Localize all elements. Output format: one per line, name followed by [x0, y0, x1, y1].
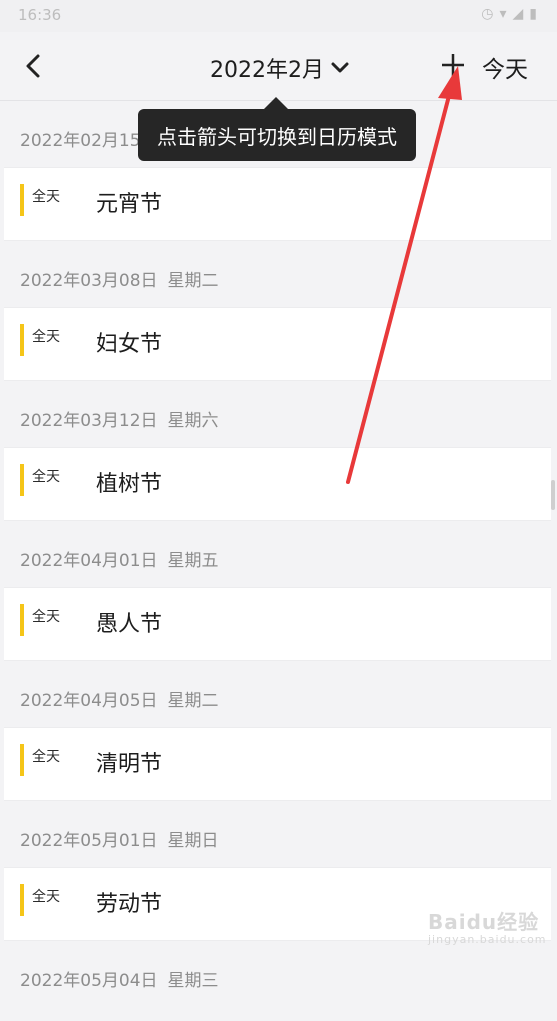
all-day-label: 全天 — [32, 469, 60, 485]
all-day-label: 全天 — [32, 889, 60, 905]
top-bar: 2022年2月 今天 — [0, 32, 557, 101]
date-header: 2022年03月12日 星期六 — [0, 381, 557, 447]
date-text: 2022年02月15 — [20, 131, 141, 151]
event-group: 2022年03月08日 星期二 全天 妇女节 — [0, 241, 557, 381]
date-header: 2022年03月08日 星期二 — [0, 241, 557, 307]
status-time: 16:36 — [18, 6, 62, 24]
event-color-bar — [20, 604, 24, 636]
alarm-icon: ◷ — [481, 6, 500, 22]
event-title: 植树节 — [96, 472, 163, 497]
battery-icon: ▮ — [529, 6, 543, 22]
all-day-label: 全天 — [32, 329, 60, 345]
add-icon[interactable] — [440, 52, 466, 78]
date-text: 2022年05月01日 — [20, 831, 158, 851]
watermark: Baidu经验 jingyan.baidu.com — [428, 906, 547, 946]
event-color-bar — [20, 884, 24, 916]
weekday-text: 星期二 — [167, 691, 219, 711]
event-group: 2022年05月04日 星期三 — [0, 941, 557, 1007]
all-day-label: 全天 — [32, 609, 60, 625]
event-title: 劳动节 — [96, 892, 163, 917]
date-text: 2022年03月12日 — [20, 411, 158, 431]
weekday-text: 星期五 — [167, 551, 219, 571]
date-header: 2022年05月04日 星期三 — [0, 941, 557, 1007]
event-title: 妇女节 — [96, 332, 163, 357]
tooltip: 点击箭头可切换到日历模式 — [138, 109, 416, 161]
date-header: 2022年04月05日 星期二 — [0, 661, 557, 727]
date-text: 2022年05月04日 — [20, 971, 158, 991]
tooltip-text: 点击箭头可切换到日历模式 — [157, 124, 397, 149]
date-text: 2022年03月08日 — [20, 271, 158, 291]
watermark-url: jingyan.baidu.com — [428, 933, 547, 946]
event-group: 2022年04月01日 星期五 全天 愚人节 — [0, 521, 557, 661]
month-label: 2022年2月 — [210, 58, 324, 83]
weekday-text: 星期六 — [167, 411, 219, 431]
all-day-label: 全天 — [32, 749, 60, 765]
event-color-bar — [20, 184, 24, 216]
watermark-brand: Baidu经验 — [428, 910, 540, 934]
event-title: 元宵节 — [96, 192, 163, 217]
event-item[interactable]: 全天 妇女节 — [4, 307, 551, 381]
wifi-icon: ▾ — [499, 6, 513, 22]
date-text: 2022年04月05日 — [20, 691, 158, 711]
event-list: 2022年02月15 全天 元宵节 2022年03月08日 星期二 全天 妇女节 … — [0, 101, 557, 1007]
event-item[interactable]: 全天 植树节 — [4, 447, 551, 521]
all-day-label: 全天 — [32, 189, 60, 205]
cell-signal-icon: ◢ — [512, 6, 530, 22]
tooltip-pointer — [264, 97, 288, 109]
event-title: 愚人节 — [96, 612, 163, 637]
event-title: 清明节 — [96, 752, 163, 777]
month-selector[interactable]: 2022年2月 — [210, 52, 350, 84]
event-group: 2022年03月12日 星期六 全天 植树节 — [0, 381, 557, 521]
event-color-bar — [20, 744, 24, 776]
weekday-text: 星期三 — [167, 971, 219, 991]
event-color-bar — [20, 324, 24, 356]
date-header: 2022年04月01日 星期五 — [0, 521, 557, 587]
event-item[interactable]: 全天 元宵节 — [4, 167, 551, 241]
status-icons: ◷▾◢▮ — [481, 6, 543, 22]
status-bar: 16:36 ◷▾◢▮ — [0, 0, 557, 32]
event-item[interactable]: 全天 清明节 — [4, 727, 551, 801]
weekday-text: 星期日 — [167, 831, 219, 851]
chevron-down-icon[interactable] — [330, 61, 350, 75]
event-group: 2022年04月05日 星期二 全天 清明节 — [0, 661, 557, 801]
scrollbar[interactable] — [551, 480, 555, 510]
weekday-text: 星期二 — [167, 271, 219, 291]
today-button[interactable]: 今天 — [482, 50, 528, 84]
event-color-bar — [20, 464, 24, 496]
date-header: 2022年05月01日 星期日 — [0, 801, 557, 867]
event-item[interactable]: 全天 愚人节 — [4, 587, 551, 661]
back-icon[interactable] — [20, 50, 48, 82]
date-text: 2022年04月01日 — [20, 551, 158, 571]
